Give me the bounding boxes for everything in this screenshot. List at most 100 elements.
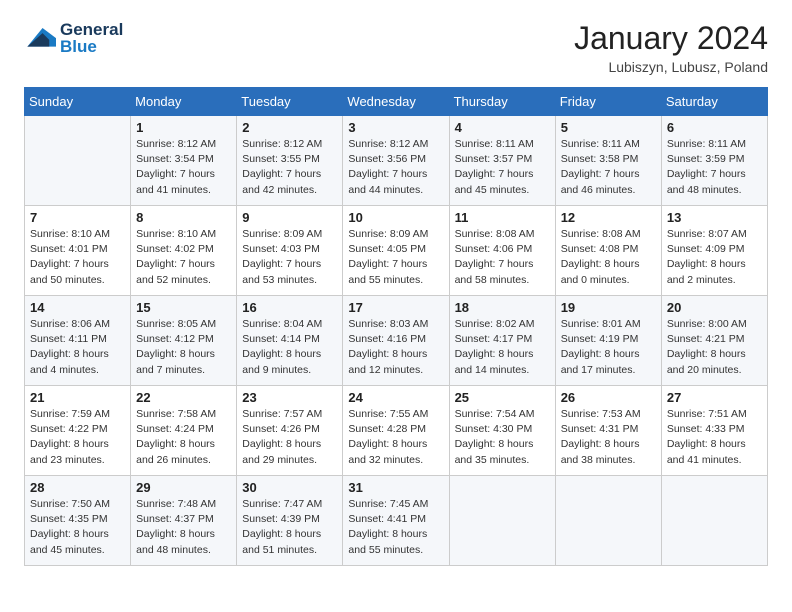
calendar-week-3: 21Sunrise: 7:59 AMSunset: 4:22 PMDayligh… [25, 386, 768, 476]
day-number: 10 [348, 210, 443, 225]
day-number: 19 [561, 300, 656, 315]
page-header: General Blue January 2024 Lubiszyn, Lubu… [24, 20, 768, 75]
calendar-cell: 9 Sunrise: 8:09 AMSunset: 4:03 PMDaylight… [237, 206, 343, 296]
header-day-tuesday: Tuesday [237, 88, 343, 116]
day-info: Sunrise: 8:12 AMSunset: 3:56 PMDaylight:… [348, 137, 443, 198]
day-info: Sunrise: 7:54 AMSunset: 4:30 PMDaylight:… [455, 407, 550, 468]
calendar-cell: 14 Sunrise: 8:06 AMSunset: 4:11 PMDayligh… [25, 296, 131, 386]
header-day-wednesday: Wednesday [343, 88, 449, 116]
day-info: Sunrise: 8:11 AMSunset: 3:59 PMDaylight:… [667, 137, 762, 198]
day-info: Sunrise: 7:50 AMSunset: 4:35 PMDaylight:… [30, 497, 125, 558]
calendar-cell: 22 Sunrise: 7:58 AMSunset: 4:24 PMDayligh… [131, 386, 237, 476]
calendar-cell: 25 Sunrise: 7:54 AMSunset: 4:30 PMDayligh… [449, 386, 555, 476]
day-info: Sunrise: 7:55 AMSunset: 4:28 PMDaylight:… [348, 407, 443, 468]
calendar-cell [25, 116, 131, 206]
calendar-cell: 24Sunrise: 7:55 AMSunset: 4:28 PMDayligh… [343, 386, 449, 476]
calendar-cell: 21Sunrise: 7:59 AMSunset: 4:22 PMDayligh… [25, 386, 131, 476]
location: Lubiszyn, Lubusz, Poland [574, 59, 768, 75]
day-info: Sunrise: 7:47 AMSunset: 4:39 PMDaylight:… [242, 497, 337, 558]
day-info: Sunrise: 7:48 AMSunset: 4:37 PMDaylight:… [136, 497, 231, 558]
day-info: Sunrise: 8:08 AMSunset: 4:08 PMDaylight:… [561, 227, 656, 288]
calendar-cell: 6 Sunrise: 8:11 AMSunset: 3:59 PMDaylight… [661, 116, 767, 206]
day-info: Sunrise: 8:01 AMSunset: 4:19 PMDaylight:… [561, 317, 656, 378]
day-number: 11 [455, 210, 550, 225]
day-number: 7 [30, 210, 125, 225]
calendar-cell: 5 Sunrise: 8:11 AMSunset: 3:58 PMDaylight… [555, 116, 661, 206]
calendar-header: SundayMondayTuesdayWednesdayThursdayFrid… [25, 88, 768, 116]
calendar-cell: 20 Sunrise: 8:00 AMSunset: 4:21 PMDayligh… [661, 296, 767, 386]
header-day-monday: Monday [131, 88, 237, 116]
day-info: Sunrise: 8:09 AMSunset: 4:03 PMDaylight:… [242, 227, 337, 288]
calendar-cell: 23Sunrise: 7:57 AMSunset: 4:26 PMDayligh… [237, 386, 343, 476]
day-info: Sunrise: 8:09 AMSunset: 4:05 PMDaylight:… [348, 227, 443, 288]
day-info: Sunrise: 8:12 AMSunset: 3:55 PMDaylight:… [242, 137, 337, 198]
day-info: Sunrise: 8:02 AMSunset: 4:17 PMDaylight:… [455, 317, 550, 378]
day-number: 26 [561, 390, 656, 405]
calendar-cell: 19 Sunrise: 8:01 AMSunset: 4:19 PMDayligh… [555, 296, 661, 386]
day-info: Sunrise: 8:04 AMSunset: 4:14 PMDaylight:… [242, 317, 337, 378]
calendar-cell: 7 Sunrise: 8:10 AMSunset: 4:01 PMDaylight… [25, 206, 131, 296]
calendar-cell: 31 Sunrise: 7:45 AMSunset: 4:41 PMDayligh… [343, 476, 449, 566]
day-number: 9 [242, 210, 337, 225]
day-number: 25 [455, 390, 550, 405]
day-number: 16 [242, 300, 337, 315]
day-info: Sunrise: 7:58 AMSunset: 4:24 PMDaylight:… [136, 407, 231, 468]
day-number: 13 [667, 210, 762, 225]
day-number: 29 [136, 480, 231, 495]
day-number: 31 [348, 480, 443, 495]
day-number: 22 [136, 390, 231, 405]
logo-text: General Blue [60, 20, 123, 57]
day-info: Sunrise: 7:59 AMSunset: 4:22 PMDaylight:… [30, 407, 125, 468]
calendar-cell [555, 476, 661, 566]
day-number: 20 [667, 300, 762, 315]
day-number: 30 [242, 480, 337, 495]
calendar-week-1: 7 Sunrise: 8:10 AMSunset: 4:01 PMDaylight… [25, 206, 768, 296]
header-day-friday: Friday [555, 88, 661, 116]
calendar-cell: 30 Sunrise: 7:47 AMSunset: 4:39 PMDayligh… [237, 476, 343, 566]
calendar-cell [661, 476, 767, 566]
day-number: 3 [348, 120, 443, 135]
calendar-cell: 12Sunrise: 8:08 AMSunset: 4:08 PMDayligh… [555, 206, 661, 296]
calendar-cell: 27 Sunrise: 7:51 AMSunset: 4:33 PMDayligh… [661, 386, 767, 476]
day-info: Sunrise: 8:05 AMSunset: 4:12 PMDaylight:… [136, 317, 231, 378]
day-number: 28 [30, 480, 125, 495]
day-number: 5 [561, 120, 656, 135]
day-info: Sunrise: 8:11 AMSunset: 3:58 PMDaylight:… [561, 137, 656, 198]
day-info: Sunrise: 8:06 AMSunset: 4:11 PMDaylight:… [30, 317, 125, 378]
day-info: Sunrise: 8:07 AMSunset: 4:09 PMDaylight:… [667, 227, 762, 288]
calendar-table: SundayMondayTuesdayWednesdayThursdayFrid… [24, 87, 768, 566]
day-info: Sunrise: 7:57 AMSunset: 4:26 PMDaylight:… [242, 407, 337, 468]
day-number: 2 [242, 120, 337, 135]
day-info: Sunrise: 8:10 AMSunset: 4:01 PMDaylight:… [30, 227, 125, 288]
day-info: Sunrise: 8:10 AMSunset: 4:02 PMDaylight:… [136, 227, 231, 288]
calendar-cell: 18 Sunrise: 8:02 AMSunset: 4:17 PMDayligh… [449, 296, 555, 386]
calendar-cell: 1Sunrise: 8:12 AMSunset: 3:54 PMDaylight… [131, 116, 237, 206]
calendar-week-4: 28 Sunrise: 7:50 AMSunset: 4:35 PMDayligh… [25, 476, 768, 566]
day-number: 6 [667, 120, 762, 135]
day-number: 1 [136, 120, 231, 135]
calendar-cell [449, 476, 555, 566]
header-day-thursday: Thursday [449, 88, 555, 116]
calendar-cell: 10 Sunrise: 8:09 AMSunset: 4:05 PMDayligh… [343, 206, 449, 296]
calendar-cell: 26Sunrise: 7:53 AMSunset: 4:31 PMDayligh… [555, 386, 661, 476]
calendar-cell: 3 Sunrise: 8:12 AMSunset: 3:56 PMDaylight… [343, 116, 449, 206]
day-number: 27 [667, 390, 762, 405]
day-number: 18 [455, 300, 550, 315]
day-number: 15 [136, 300, 231, 315]
calendar-cell: 29 Sunrise: 7:48 AMSunset: 4:37 PMDayligh… [131, 476, 237, 566]
month-title: January 2024 [574, 20, 768, 57]
calendar-week-0: 1Sunrise: 8:12 AMSunset: 3:54 PMDaylight… [25, 116, 768, 206]
day-number: 17 [348, 300, 443, 315]
day-info: Sunrise: 8:00 AMSunset: 4:21 PMDaylight:… [667, 317, 762, 378]
day-info: Sunrise: 7:45 AMSunset: 4:41 PMDaylight:… [348, 497, 443, 558]
day-info: Sunrise: 7:51 AMSunset: 4:33 PMDaylight:… [667, 407, 762, 468]
day-number: 4 [455, 120, 550, 135]
logo: General Blue [24, 20, 123, 57]
day-number: 14 [30, 300, 125, 315]
calendar-cell: 13 Sunrise: 8:07 AMSunset: 4:09 PMDayligh… [661, 206, 767, 296]
header-row: SundayMondayTuesdayWednesdayThursdayFrid… [25, 88, 768, 116]
logo-icon [24, 23, 56, 55]
calendar-cell: 4Sunrise: 8:11 AMSunset: 3:57 PMDaylight… [449, 116, 555, 206]
calendar-cell: 8Sunrise: 8:10 AMSunset: 4:02 PMDaylight… [131, 206, 237, 296]
header-day-saturday: Saturday [661, 88, 767, 116]
